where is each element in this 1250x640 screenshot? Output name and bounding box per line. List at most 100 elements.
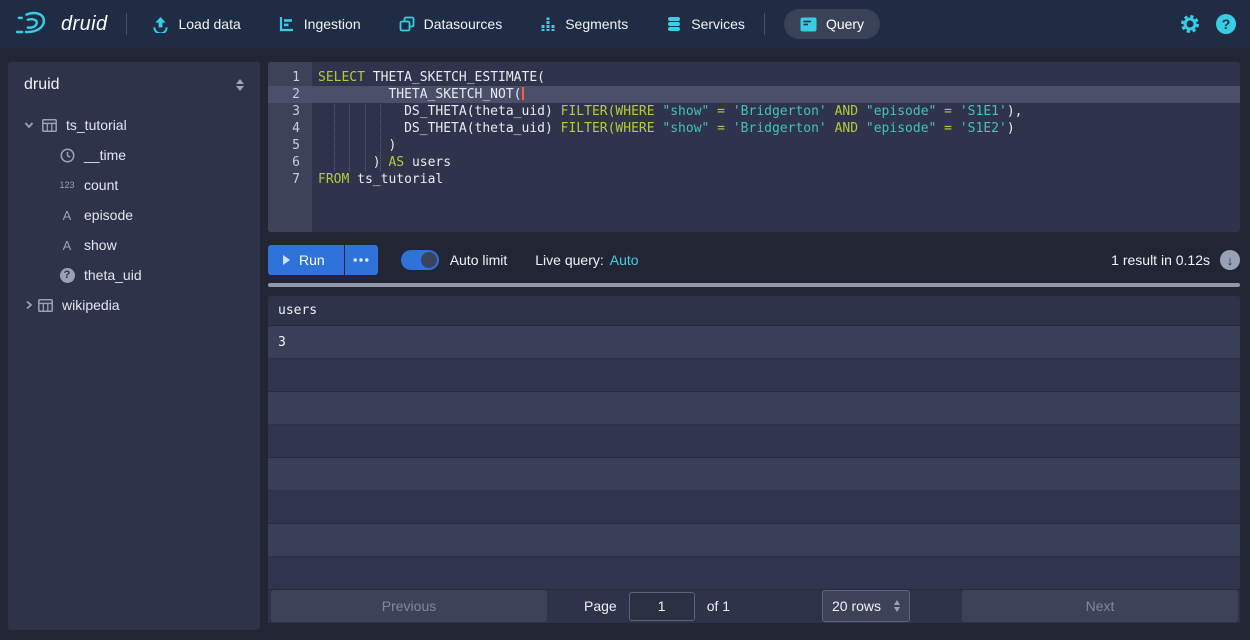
- sidebar-item-theta_uid[interactable]: ? theta_uid: [8, 260, 260, 290]
- auto-limit-toggle[interactable]: [401, 250, 439, 270]
- sql-editor[interactable]: 1SELECT THETA_SKETCH_ESTIMATE(2 THETA_SK…: [268, 62, 1240, 232]
- editor-line-2[interactable]: 2 THETA_SKETCH_NOT(: [268, 86, 1240, 103]
- line-number: 6: [268, 154, 312, 171]
- header-actions: ?: [1179, 13, 1236, 35]
- druid-console: { "header": { "brand": "druid", "nav_ite…: [0, 0, 1250, 640]
- tab-query-active[interactable]: Query: [784, 9, 880, 39]
- table-row-empty: [268, 524, 1240, 557]
- sidebar-item-ts_tutorial[interactable]: ts_tutorial: [8, 110, 260, 140]
- gantt-chart-icon: [279, 16, 295, 32]
- sidebar-item-__time[interactable]: __time: [8, 140, 260, 170]
- resize-splitter[interactable]: [268, 283, 1240, 287]
- schema-title: druid: [24, 76, 60, 94]
- database-icon: [666, 16, 682, 32]
- results-table-body: 3: [268, 326, 1240, 590]
- page-size-select[interactable]: 20 rows: [822, 590, 910, 622]
- select-caret-icon: [894, 600, 900, 612]
- pagination-bar: Previous Page of 1 20 rows Next: [268, 590, 1240, 623]
- run-button[interactable]: Run: [268, 245, 344, 275]
- code-text: SELECT THETA_SKETCH_ESTIMATE(: [312, 69, 545, 86]
- line-number: 4: [268, 120, 312, 137]
- brand-name: druid: [61, 13, 107, 36]
- code-text: DS_THETA(theta_uid) FILTER(WHERE "show" …: [312, 120, 1015, 137]
- nav-label: Ingestion: [304, 16, 361, 32]
- datasource-label: ts_tutorial: [66, 117, 127, 133]
- datasource-sidebar: druid ts_tutorial __time 123 count A epi…: [8, 62, 260, 630]
- table-row[interactable]: 3: [268, 326, 1240, 359]
- datasource-label: wikipedia: [62, 297, 120, 313]
- code-text: ): [312, 137, 396, 154]
- line-number: 5: [268, 137, 312, 154]
- sidebar-item-wikipedia[interactable]: wikipedia: [8, 290, 260, 320]
- nav-divider: [764, 13, 765, 35]
- complex-type-icon: ?: [58, 268, 76, 283]
- chevron-right-icon[interactable]: [22, 300, 36, 310]
- sidebar-item-show[interactable]: A show: [8, 230, 260, 260]
- nav-items: Load data Ingestion Datasources: [152, 16, 744, 33]
- editor-line-4[interactable]: 4 DS_THETA(theta_uid) FILTER(WHERE "show…: [268, 120, 1240, 137]
- toggle-knob: [421, 252, 437, 268]
- nav-item-services[interactable]: Services: [666, 16, 745, 32]
- help-icon[interactable]: ?: [1216, 14, 1236, 34]
- sidebar-item-episode[interactable]: A episode: [8, 200, 260, 230]
- table-icon: [40, 119, 58, 132]
- page-count-label: of 1: [707, 598, 730, 614]
- bar-chart-icon: [540, 16, 556, 32]
- numeric-type-icon: 123: [58, 180, 76, 190]
- nav-item-datasources[interactable]: Datasources: [399, 16, 503, 32]
- console-icon: [800, 17, 817, 32]
- page-number-input[interactable]: [629, 592, 695, 621]
- nav-label: Datasources: [424, 16, 503, 32]
- auto-limit-label: Auto limit: [450, 252, 508, 268]
- druid-logo-icon: [14, 8, 52, 40]
- sidebar-item-count[interactable]: 123 count: [8, 170, 260, 200]
- editor-line-7[interactable]: 7FROM ts_tutorial: [268, 171, 1240, 188]
- previous-page-button[interactable]: Previous: [271, 590, 547, 622]
- line-number: 7: [268, 171, 312, 188]
- tab-query-label: Query: [826, 16, 864, 32]
- run-button-label: Run: [299, 252, 325, 268]
- page-size-value: 20 rows: [832, 598, 881, 614]
- table-row-empty: [268, 425, 1240, 458]
- results-table: users 3: [268, 296, 1240, 590]
- nav-label: Services: [691, 16, 745, 32]
- table-icon: [36, 299, 54, 312]
- nav-item-segments[interactable]: Segments: [540, 16, 628, 32]
- code-text: ) AS users: [312, 154, 451, 171]
- run-bar: Run Auto limit Live query: Auto 1 result…: [268, 240, 1240, 280]
- line-number: 2: [268, 86, 312, 103]
- table-row-empty: [268, 557, 1240, 590]
- table-row-empty: [268, 458, 1240, 491]
- clock-icon: [58, 148, 76, 163]
- editor-line-5[interactable]: 5 ): [268, 137, 1240, 154]
- nav-label: Segments: [565, 16, 628, 32]
- next-page-button[interactable]: Next: [962, 590, 1238, 622]
- editor-line-6[interactable]: 6 ) AS users: [268, 154, 1240, 171]
- table-row-empty: [268, 359, 1240, 392]
- settings-gear-icon[interactable]: [1179, 13, 1201, 35]
- play-icon: [283, 255, 290, 265]
- live-query-value[interactable]: Auto: [610, 252, 639, 268]
- text-cursor: [522, 87, 524, 100]
- column-label: episode: [84, 207, 133, 223]
- live-query-label: Live query:: [535, 252, 603, 268]
- chevron-down-icon[interactable]: [22, 120, 36, 130]
- nav-item-ingestion[interactable]: Ingestion: [279, 16, 361, 32]
- line-number: 3: [268, 103, 312, 120]
- line-number: 1: [268, 69, 312, 86]
- druid-logo[interactable]: druid: [14, 8, 107, 40]
- more-options-button[interactable]: [345, 245, 378, 275]
- result-info: 1 result in 0.12s ↓: [1111, 250, 1240, 270]
- download-icon[interactable]: ↓: [1220, 250, 1240, 270]
- sql-editor-lines: 1SELECT THETA_SKETCH_ESTIMATE(2 THETA_SK…: [268, 62, 1240, 188]
- editor-line-1[interactable]: 1SELECT THETA_SKETCH_ESTIMATE(: [268, 69, 1240, 86]
- top-nav: druid Load data Ingestion Datasources: [0, 0, 1250, 48]
- column-header-users[interactable]: users: [268, 296, 1240, 326]
- nav-divider: [126, 13, 127, 35]
- editor-line-3[interactable]: 3 DS_THETA(theta_uid) FILTER(WHERE "show…: [268, 103, 1240, 120]
- table-row-empty: [268, 491, 1240, 524]
- nav-item-load-data[interactable]: Load data: [152, 16, 240, 33]
- sort-icon[interactable]: [236, 79, 244, 91]
- result-text: 1 result in 0.12s: [1111, 252, 1210, 268]
- table-row-empty: [268, 392, 1240, 425]
